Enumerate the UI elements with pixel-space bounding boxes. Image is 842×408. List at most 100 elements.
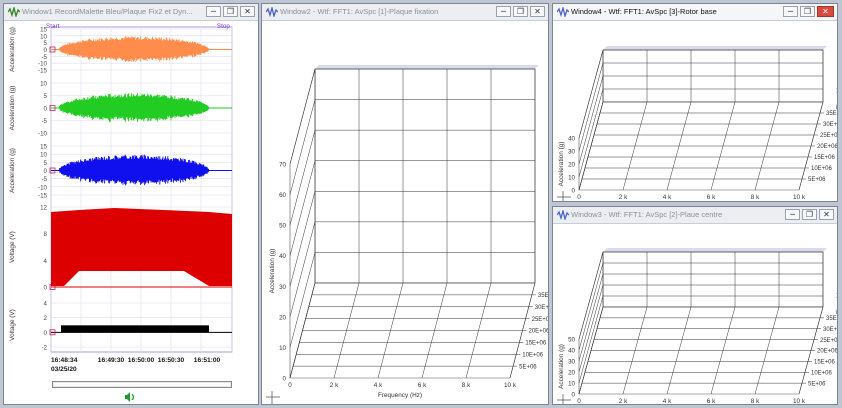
z-tick-label: 5E+06 bbox=[808, 381, 826, 387]
z-tick-label: 15E+06 bbox=[814, 155, 836, 161]
close-button[interactable]: ✕ bbox=[817, 6, 834, 17]
window1-titlebar[interactable]: Window1 RecordMalette Bleu/Plaque Fix2 e… bbox=[4, 4, 258, 21]
y-tick-label: 0 bbox=[572, 392, 576, 399]
wave-app-icon bbox=[557, 210, 569, 220]
y-tick-label: 30 bbox=[568, 149, 575, 156]
window1-title: Window1 RecordMalette Bleu/Plaque Fix2 e… bbox=[22, 7, 193, 16]
wave-app-icon bbox=[8, 7, 20, 17]
z-tick-label: 25E+06 bbox=[532, 317, 549, 323]
close-button[interactable]: ✕ bbox=[240, 6, 255, 17]
axis-cross-icon bbox=[557, 191, 571, 201]
x-tick-label: 2 k bbox=[619, 194, 628, 201]
y-tick-label: 0 bbox=[283, 376, 287, 383]
x-tick-label: 6 k bbox=[707, 398, 716, 405]
window3[interactable]: Window3 - Wtf: FFT1: AvSpc [2]-Plaue cen… bbox=[552, 206, 838, 405]
y-tick-label: 30 bbox=[568, 359, 575, 366]
y-tick-label: 10 bbox=[568, 381, 575, 388]
z-tick-label: 20E+06 bbox=[817, 349, 838, 355]
minimize-button[interactable]: ─ bbox=[206, 6, 221, 17]
y-tick-label: 8 bbox=[44, 231, 48, 238]
waterfall-plot-3[interactable]: 40 30 20 10 00 2 k 4 k 6 k 8 k 10 k 35E+06 30E+06 25… bbox=[553, 21, 838, 202]
restore-button[interactable]: ❐ bbox=[513, 6, 528, 17]
close-button[interactable]: ✕ bbox=[819, 209, 834, 220]
z-tick-label: 25E+06 bbox=[820, 133, 838, 139]
minimize-button[interactable]: ─ bbox=[496, 6, 511, 17]
x-tick-label: 8 k bbox=[462, 382, 471, 389]
x-tick-label: 0 bbox=[288, 382, 292, 389]
y-tick-label: 4 bbox=[44, 258, 48, 265]
restore-button[interactable]: ❐ bbox=[223, 6, 238, 17]
y-tick-label: 4 bbox=[44, 301, 48, 308]
minimize-button[interactable]: ─ bbox=[783, 6, 798, 17]
z-axis-label: Time (s) bbox=[548, 268, 549, 290]
y-tick-label: 10 bbox=[568, 175, 575, 182]
x-tick-label: 10 k bbox=[793, 398, 806, 405]
y-tick-label: -5 bbox=[41, 176, 47, 183]
x-tick-label: 6 k bbox=[418, 382, 427, 389]
channel-ylabel: Acceleration (g) bbox=[9, 86, 16, 131]
z-axis-label: Time (s) bbox=[836, 292, 838, 314]
x-tick-label: 2 k bbox=[619, 398, 628, 405]
y-axis-label: Acceleration (g) bbox=[269, 249, 276, 294]
y-tick-label: 2 bbox=[44, 315, 48, 322]
axis-cross-icon bbox=[266, 391, 280, 404]
y-tick-label: 20 bbox=[568, 162, 575, 169]
y-tick-label: 5 bbox=[44, 160, 48, 167]
z-tick-label: 20E+06 bbox=[817, 144, 838, 150]
waterfall-plot-1[interactable]: 70 60 50 40 30 20 10 00 2 k 4 k 6 k 8 k 10 k 35E+06 30… bbox=[262, 21, 549, 405]
minimize-button[interactable]: ─ bbox=[785, 209, 800, 220]
y-tick-label: 50 bbox=[279, 223, 286, 230]
z-tick-label: 30E+06 bbox=[823, 122, 838, 128]
waterfall-plot-2[interactable]: 50 40 30 20 10 00 2 k 4 k 6 k 8 k 10 k 35E+06 30E+06… bbox=[553, 224, 838, 405]
top-edge bbox=[603, 248, 827, 252]
x-tick-label: 0 bbox=[577, 194, 581, 201]
z-tick-label: 10E+06 bbox=[522, 352, 544, 358]
waveform-stack[interactable]: 151050-5-10-15Acceleration (g)1050-5-10A… bbox=[4, 21, 259, 405]
restore-button[interactable]: ❐ bbox=[802, 209, 817, 220]
time-tick-label: 16:49:30 bbox=[98, 357, 125, 364]
x-tick-label: 10 k bbox=[504, 382, 517, 389]
channel-ylabel: Voltage (V) bbox=[9, 309, 16, 341]
stop-label: Stop bbox=[217, 23, 231, 30]
y-tick-label: 12 bbox=[40, 205, 47, 212]
y-tick-label: 20 bbox=[279, 314, 286, 321]
y-tick-label: 0 bbox=[44, 330, 48, 337]
restore-button[interactable]: ❐ bbox=[800, 6, 815, 17]
speaker-icon[interactable] bbox=[124, 392, 136, 402]
voltage-block bbox=[61, 325, 209, 333]
time-tick-label: 16:48:34 bbox=[51, 357, 78, 364]
date-label: 03/25/20 bbox=[51, 366, 77, 373]
channel-ylabel: Acceleration (g) bbox=[9, 148, 16, 193]
window2-titlebar[interactable]: Window2 - Wtf: FFT1: AvSpc [1]-Plaque fi… bbox=[262, 4, 548, 21]
y-tick-label: 60 bbox=[279, 192, 286, 199]
time-scrollbar[interactable] bbox=[52, 381, 232, 388]
x-tick-label: 6 k bbox=[707, 194, 716, 201]
x-tick-label: 4 k bbox=[663, 398, 672, 405]
close-button[interactable]: ✕ bbox=[530, 6, 545, 17]
window4-titlebar[interactable]: Window4 - Wtf: FFT1: AvSpc [3]-Rotor bas… bbox=[553, 4, 837, 21]
z-tick-label: 10E+06 bbox=[811, 166, 833, 172]
window1[interactable]: Window1 RecordMalette Bleu/Plaque Fix2 e… bbox=[3, 3, 259, 405]
z-tick-label: 5E+06 bbox=[808, 177, 826, 183]
window4[interactable]: Window4 - Wtf: FFT1: AvSpc [3]-Rotor bas… bbox=[552, 3, 838, 202]
start-label: Start bbox=[46, 23, 60, 30]
y-tick-label: 10 bbox=[279, 345, 286, 352]
y-tick-label: -5 bbox=[41, 118, 47, 125]
wave-app-icon bbox=[557, 7, 569, 17]
window3-titlebar[interactable]: Window3 - Wtf: FFT1: AvSpc [2]-Plaue cen… bbox=[553, 207, 837, 224]
time-tick-label: 16:51:00 bbox=[194, 357, 221, 364]
z-tick-label: 35E+06 bbox=[826, 111, 838, 117]
x-tick-label: 8 k bbox=[751, 398, 760, 405]
window2[interactable]: Window2 - Wtf: FFT1: AvSpc [1]-Plaque fi… bbox=[261, 3, 549, 405]
wave-app-icon bbox=[266, 7, 278, 17]
x-axis-label: Frequency (Hz) bbox=[378, 392, 422, 399]
back-wall bbox=[602, 251, 824, 308]
z-tick-label: 20E+06 bbox=[529, 329, 550, 335]
z-tick-label: 35E+06 bbox=[826, 316, 838, 322]
back-wall bbox=[314, 68, 536, 284]
y-tick-label: 0 bbox=[572, 188, 576, 195]
window3-title: Window3 - Wtf: FFT1: AvSpc [2]-Plaue cen… bbox=[571, 210, 723, 219]
x-tick-label: 2 k bbox=[330, 382, 339, 389]
y-tick-label: 40 bbox=[568, 136, 575, 143]
x-tick-label: 4 k bbox=[663, 194, 672, 201]
